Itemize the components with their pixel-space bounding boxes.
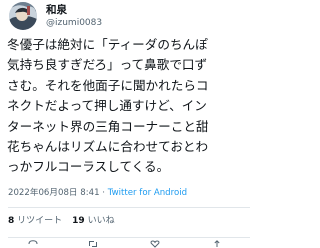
avatar[interactable]: [9, 2, 37, 30]
avatar-photo-icon: [9, 2, 37, 30]
reply-icon[interactable]: [28, 240, 38, 248]
retweets-label[interactable]: リツイート: [17, 216, 62, 226]
retweet-icon[interactable]: [88, 240, 98, 248]
tweet-text-line: 気持ち良すぎだろ」って鼻歌で口ず: [7, 57, 208, 73]
tweet-text-line: ターネット界の三角コーナーこと甜: [7, 118, 209, 134]
tweet-text-line: ネクトだよって押し通すけど、イン: [7, 98, 207, 114]
heart-icon[interactable]: [150, 240, 160, 248]
share-icon[interactable]: [212, 240, 222, 248]
retweets-count[interactable]: 8: [8, 216, 14, 226]
divider: [8, 207, 250, 208]
divider: [8, 237, 250, 238]
tweet-meta: 2022年06月08日 8:41 · Twitter for Android: [8, 187, 187, 199]
tweet-source[interactable]: Twitter for Android: [108, 188, 187, 198]
tweet-text-line: 花ちゃんはリズムに合わせておとわ: [7, 139, 209, 155]
likes-count[interactable]: 19: [72, 216, 85, 226]
tweet-text: 冬優子は絶対に「ティーダのちんぽ 気持ち良すぎだろ」って鼻歌で口ず さむ。それを…: [7, 35, 247, 178]
display-name[interactable]: 和泉: [46, 4, 67, 16]
user-handle[interactable]: @izumi0083: [46, 18, 102, 29]
tweet-timestamp[interactable]: 2022年06月08日 8:41: [8, 188, 100, 198]
tweet-text-line: 冬優子は絶対に「ティーダのちんぽ: [7, 37, 208, 52]
likes-label[interactable]: いいね: [88, 216, 115, 226]
tweet-actions: [0, 240, 250, 248]
tweet-stats: 8 リツイート 19 いいね: [8, 215, 115, 227]
tweet-card: 和泉 @izumi0083 冬優子は絶対に「ティーダのちんぽ 気持ち良すぎだろ」…: [0, 0, 250, 248]
tweet-text-line: さむ。それを他面子に聞かれたらコ: [7, 77, 209, 93]
meta-separator: ·: [99, 188, 108, 198]
tweet-text-line: っかフルコーラスしてくる。: [7, 159, 170, 175]
